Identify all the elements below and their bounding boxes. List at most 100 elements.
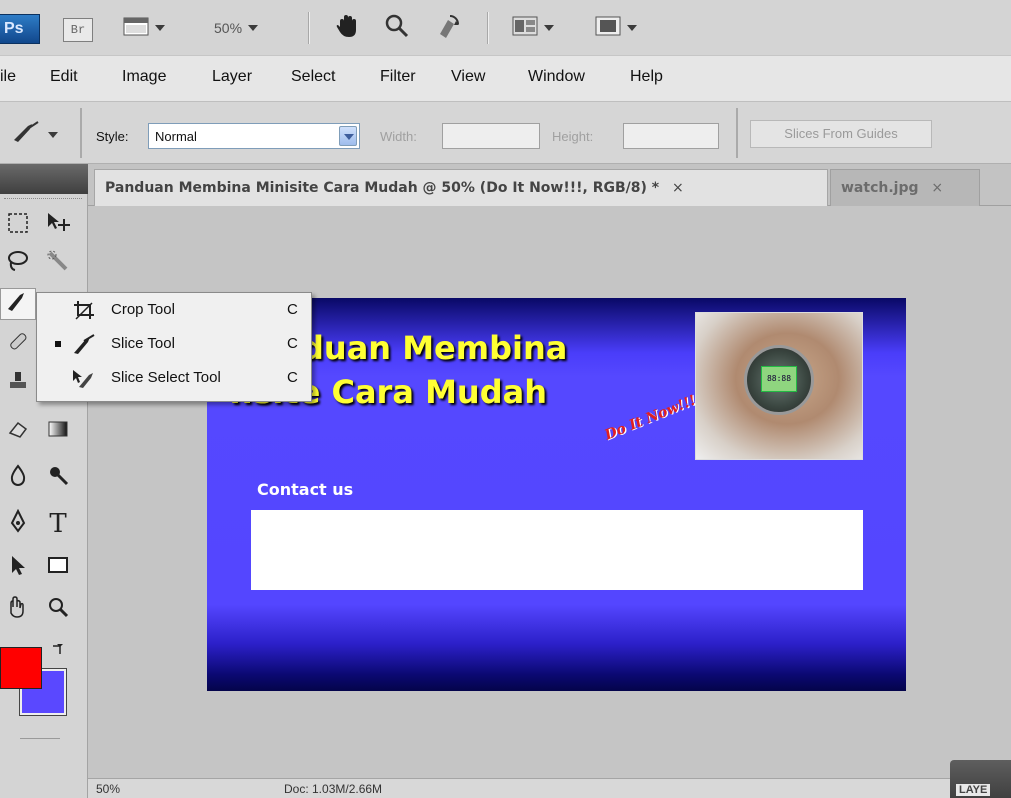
width-label: Width: — [380, 129, 417, 144]
chevron-down-icon — [248, 25, 259, 31]
eraser-tool[interactable] — [0, 416, 36, 448]
status-bar: 50% Doc: 1.03M/2.66M — [88, 778, 1011, 798]
dodge-tool[interactable] — [40, 462, 76, 494]
divider — [80, 108, 82, 158]
style-select-value: Normal — [155, 129, 197, 144]
pen-tool[interactable] — [0, 508, 36, 540]
rotate-view-button[interactable] — [434, 14, 462, 42]
clone-stamp-tool[interactable] — [0, 368, 36, 400]
quick-selection-icon — [46, 249, 70, 279]
style-label: Style: — [96, 129, 129, 144]
lasso-tool[interactable] — [0, 248, 36, 280]
zoom-level-dropdown[interactable]: 50% — [214, 14, 259, 42]
application-bar: Ps Br 50% — [0, 0, 1011, 56]
3d-rotate-tool[interactable] — [0, 594, 36, 626]
arrange-documents-icon — [512, 15, 538, 42]
zoom-icon — [384, 13, 410, 44]
menu-select[interactable]: Select — [291, 68, 335, 86]
contact-heading: Contact us — [257, 480, 354, 499]
quick-selection-tool[interactable] — [40, 248, 76, 280]
menu-view[interactable]: View — [451, 68, 485, 86]
menu-image[interactable]: Image — [122, 68, 166, 86]
watch-display: 88:88 — [761, 366, 797, 392]
bandage-icon — [6, 329, 30, 359]
arrange-documents-button[interactable] — [512, 14, 554, 42]
flyout-item-crop[interactable]: Crop Tool C — [37, 295, 311, 327]
flyout-item-slice[interactable]: Slice Tool C — [37, 329, 311, 361]
divider — [736, 108, 738, 158]
tools-panel-grip[interactable] — [4, 198, 82, 202]
document-tab-watch[interactable]: watch.jpg × — [830, 169, 980, 206]
menu-layer[interactable]: Layer — [212, 68, 252, 86]
close-icon[interactable]: × — [672, 180, 684, 196]
zoom-tool[interactable] — [40, 594, 76, 626]
type-tool[interactable]: T — [40, 508, 76, 540]
slice-icon — [6, 289, 30, 319]
flyout-item-label: Slice Select Tool — [111, 369, 221, 386]
healing-brush-tool[interactable] — [0, 328, 36, 360]
gradient-tool[interactable] — [40, 416, 76, 448]
width-input[interactable] — [442, 123, 540, 149]
close-icon[interactable]: × — [931, 180, 943, 196]
path-selection-tool[interactable] — [0, 552, 36, 584]
divider — [308, 12, 310, 44]
flyout-item-slice-select[interactable]: Slice Select Tool C — [37, 363, 311, 395]
move-tool[interactable] — [40, 210, 76, 242]
pen-icon — [6, 508, 30, 539]
slice-icon — [71, 333, 97, 357]
tool-preset-picker[interactable] — [12, 120, 58, 149]
document-tab-title: Panduan Membina Minisite Cara Mudah @ 50… — [105, 180, 660, 196]
zoom-level-value: 50% — [214, 20, 243, 36]
hand-icon — [6, 595, 30, 625]
rectangle-icon — [46, 553, 70, 583]
document-tab-title: watch.jpg — [841, 180, 919, 196]
height-input[interactable] — [623, 123, 719, 149]
menu-filter[interactable]: Filter — [380, 68, 416, 86]
marquee-tool[interactable] — [0, 210, 36, 242]
screen-mode-button[interactable] — [123, 14, 165, 42]
height-label: Height: — [552, 129, 594, 144]
arrow-icon — [6, 553, 30, 583]
layers-panel-tab[interactable]: LAYE — [950, 760, 1011, 798]
slices-from-guides-button[interactable]: Slices From Guides — [750, 120, 932, 148]
slice-tools-flyout: Crop Tool C Slice Tool C Slice Select To… — [36, 292, 312, 402]
document-tab-bar: Panduan Membina Minisite Cara Mudah @ 50… — [88, 164, 1011, 206]
menu-bar: ile Edit Image Layer Select Filter View … — [0, 56, 1011, 102]
hand-icon — [334, 13, 360, 44]
rotate-view-icon — [434, 12, 462, 45]
hand-tool-button[interactable] — [334, 14, 360, 42]
marquee-icon — [6, 211, 30, 241]
stamp-icon — [6, 369, 30, 399]
menu-window[interactable]: Window — [528, 68, 585, 86]
blur-tool[interactable] — [0, 462, 36, 494]
document-tab-active[interactable]: Panduan Membina Minisite Cara Mudah @ 50… — [94, 169, 828, 206]
swap-colors-icon[interactable] — [50, 642, 68, 665]
tools-panel-header[interactable] — [0, 164, 88, 194]
slice-select-icon — [71, 367, 97, 391]
contact-box — [251, 510, 863, 590]
flyout-item-label: Crop Tool — [111, 301, 175, 318]
zoom-tool-button[interactable] — [384, 14, 410, 42]
rectangle-tool[interactable] — [40, 552, 76, 584]
screen-mode-icon — [123, 15, 149, 42]
droplet-icon — [6, 463, 30, 493]
style-select[interactable]: Normal — [148, 123, 360, 149]
slice-tool[interactable] — [0, 288, 36, 320]
menu-edit[interactable]: Edit — [50, 68, 78, 86]
layers-panel-label: LAYE — [956, 784, 991, 796]
flyout-item-shortcut: C — [287, 335, 298, 352]
status-doc-info[interactable]: Doc: 1.03M/2.66M — [284, 782, 382, 796]
photoshop-logo: Ps — [0, 14, 40, 44]
menu-file[interactable]: ile — [0, 68, 16, 86]
eraser-icon — [6, 417, 30, 447]
tools-panel: T — [0, 164, 88, 798]
bridge-button[interactable]: Br — [63, 18, 93, 42]
canvas-tagline: Do It Now!!! — [602, 392, 699, 444]
lasso-icon — [6, 249, 30, 279]
menu-help[interactable]: Help — [630, 68, 663, 86]
flyout-item-shortcut: C — [287, 369, 298, 386]
status-zoom[interactable]: 50% — [96, 782, 120, 796]
watch-icon: 88:88 — [744, 345, 814, 415]
foreground-color-swatch[interactable] — [0, 647, 42, 689]
screen-layout-button[interactable] — [595, 14, 637, 42]
